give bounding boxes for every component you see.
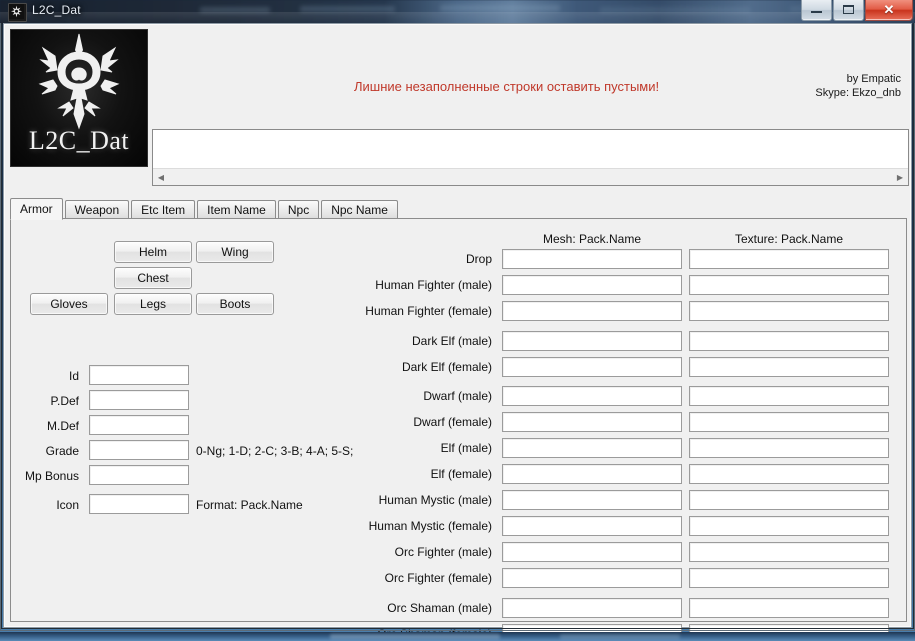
row-label-elf-male: Elf (male) [440, 441, 492, 455]
label-pdef: P.Def [50, 394, 79, 408]
maximize-icon [843, 5, 854, 14]
row-label-orc-fighter-male: Orc Fighter (male) [394, 545, 492, 559]
tab-etc-item[interactable]: Etc Item [131, 200, 196, 219]
tab-weapon[interactable]: Weapon [64, 200, 130, 219]
button-legs[interactable]: Legs [114, 293, 192, 315]
input-texture-human-mystic-male[interactable] [689, 490, 889, 510]
input-mesh-human-mystic-female[interactable] [502, 516, 682, 536]
label-id: Id [68, 369, 79, 383]
input-icon[interactable] [89, 494, 189, 514]
row-label-dark-elf-female: Dark Elf (female) [401, 360, 492, 374]
app-icon [8, 3, 27, 22]
input-texture-orc-shaman-male[interactable] [689, 598, 889, 618]
input-mesh-dark-elf-male[interactable] [502, 331, 682, 351]
credits-block: by Empatic Skype: Ekzo_dnb [815, 72, 901, 100]
header-mesh: Mesh: Pack.Name [542, 232, 642, 246]
client-area: L2C_Dat Лишние незаполненные строки оста… [3, 23, 912, 641]
input-texture-drop[interactable] [689, 249, 889, 269]
input-texture-human-mystic-female[interactable] [689, 516, 889, 536]
input-texture-orc-fighter-female[interactable] [689, 568, 889, 588]
input-mesh-elf-male[interactable] [502, 438, 682, 458]
button-boots[interactable]: Boots [196, 293, 274, 315]
hint-icon: Format: Pack.Name [196, 498, 303, 512]
input-mesh-human-mystic-male[interactable] [502, 490, 682, 510]
input-mesh-dark-elf-female[interactable] [502, 357, 682, 377]
titlebar[interactable]: L2C_Dat ✕ [0, 0, 915, 23]
input-mesh-dwarf-female[interactable] [502, 412, 682, 432]
row-label-elf-female: Elf (female) [430, 467, 492, 481]
row-label-human-mystic-male: Human Mystic (male) [378, 493, 492, 507]
input-texture-dark-elf-female[interactable] [689, 357, 889, 377]
input-texture-elf-female[interactable] [689, 464, 889, 484]
tab-npc[interactable]: Npc [277, 200, 320, 219]
desktop-bottom-strip [0, 632, 915, 641]
input-mdef[interactable] [89, 415, 189, 435]
scroll-right-icon[interactable]: ▶ [892, 170, 908, 185]
input-texture-human-fighter-male[interactable] [689, 275, 889, 295]
button-helm[interactable]: Helm [114, 241, 192, 263]
application-window: L2C_Dat ✕ L2C_Dat Лишние незаполненные с… [0, 0, 915, 641]
input-texture-elf-male[interactable] [689, 438, 889, 458]
tab-page-armor: Helm Wing Chest Gloves Legs Boots Id P.D… [10, 218, 907, 641]
screen: L2C_Dat ✕ L2C_Dat Лишние незаполненные с… [0, 0, 915, 641]
tab-armor[interactable]: Armor [10, 198, 63, 220]
input-mesh-dwarf-male[interactable] [502, 386, 682, 406]
app-logo: L2C_Dat [10, 29, 148, 167]
input-mesh-orc-fighter-female[interactable] [502, 568, 682, 588]
row-label-human-fighter-male: Human Fighter (male) [375, 278, 492, 292]
label-mp-bonus: Mp Bonus [24, 469, 79, 483]
input-texture-dwarf-male[interactable] [689, 386, 889, 406]
input-mesh-drop[interactable] [502, 249, 682, 269]
input-texture-dark-elf-male[interactable] [689, 331, 889, 351]
input-mesh-human-fighter-female[interactable] [502, 301, 682, 321]
label-grade: Grade [45, 444, 79, 458]
header-texture: Texture: Pack.Name [734, 232, 844, 246]
button-wing[interactable]: Wing [196, 241, 274, 263]
close-icon: ✕ [883, 1, 895, 17]
minimize-button[interactable] [801, 0, 832, 21]
window-controls: ✕ [800, 0, 913, 21]
logo-text: L2C_Dat [28, 126, 130, 155]
row-label-orc-fighter-female: Orc Fighter (female) [384, 571, 492, 585]
tab-npc-name[interactable]: Npc Name [321, 200, 398, 219]
input-mesh-orc-shaman-male[interactable] [502, 598, 682, 618]
button-gloves[interactable]: Gloves [30, 293, 108, 315]
tab-item-name[interactable]: Item Name [197, 200, 276, 219]
scroll-left-icon[interactable]: ◀ [153, 170, 169, 185]
hint-grade: 0-Ng; 1-D; 2-C; 3-B; 4-A; 5-S; [196, 444, 354, 458]
input-mp-bonus[interactable] [89, 465, 189, 485]
label-mdef: M.Def [46, 419, 79, 433]
minimize-icon [811, 11, 822, 13]
row-label-human-mystic-female: Human Mystic (female) [368, 519, 492, 533]
input-texture-dwarf-female[interactable] [689, 412, 889, 432]
row-label-dwarf-female: Dwarf (female) [413, 415, 492, 429]
input-grade[interactable] [89, 440, 189, 460]
tab-strip: Armor Weapon Etc Item Item Name Npc Npc … [10, 197, 907, 220]
row-label-dwarf-male: Dwarf (male) [423, 389, 492, 403]
input-mesh-orc-fighter-male[interactable] [502, 542, 682, 562]
row-label-dark-elf-male: Dark Elf (male) [411, 334, 492, 348]
row-label-orc-shaman-male: Orc Shaman (male) [387, 601, 492, 615]
input-texture-human-fighter-female[interactable] [689, 301, 889, 321]
author-label: by Empatic [846, 73, 901, 85]
output-textbox[interactable]: ◀ ▶ [152, 129, 909, 186]
row-label-drop: Drop [465, 252, 492, 266]
row-label-human-fighter-female: Human Fighter (female) [365, 304, 492, 318]
skype-label: Skype: Ekzo_dnb [815, 87, 901, 99]
input-texture-orc-fighter-male[interactable] [689, 542, 889, 562]
input-mesh-human-fighter-male[interactable] [502, 275, 682, 295]
output-hscrollbar[interactable]: ◀ ▶ [153, 168, 908, 185]
warning-text: Лишние незаполненные строки оставить пус… [354, 79, 660, 94]
button-chest[interactable]: Chest [114, 267, 192, 289]
label-icon: Icon [56, 498, 79, 512]
input-pdef[interactable] [89, 390, 189, 410]
input-mesh-elf-female[interactable] [502, 464, 682, 484]
maximize-button[interactable] [833, 0, 864, 21]
window-title: L2C_Dat [32, 3, 81, 17]
input-id[interactable] [89, 365, 189, 385]
close-button[interactable]: ✕ [865, 0, 913, 21]
